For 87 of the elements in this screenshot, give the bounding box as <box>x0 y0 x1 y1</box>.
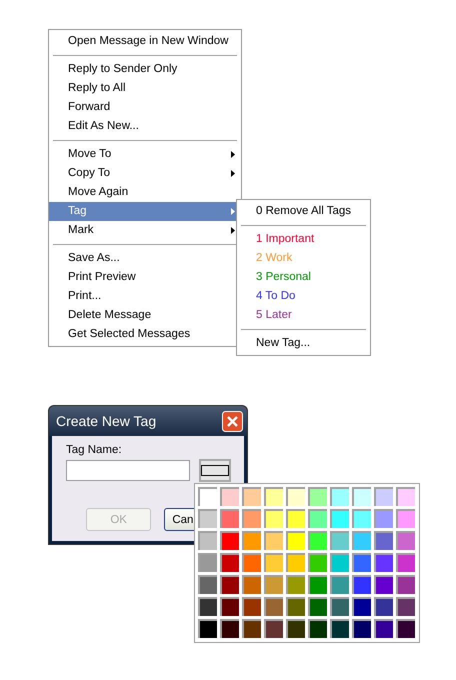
color-swatch[interactable] <box>220 575 239 594</box>
color-swatch[interactable] <box>242 575 261 594</box>
color-swatch[interactable] <box>198 487 217 506</box>
color-swatch[interactable] <box>308 509 327 528</box>
color-swatch[interactable] <box>396 553 415 572</box>
color-swatch[interactable] <box>352 553 371 572</box>
color-swatch[interactable] <box>330 509 349 528</box>
color-swatch[interactable] <box>220 509 239 528</box>
color-swatch[interactable] <box>264 509 283 528</box>
color-swatch[interactable] <box>352 619 371 638</box>
color-swatch[interactable] <box>264 553 283 572</box>
color-swatch[interactable] <box>374 597 393 616</box>
color-swatch[interactable] <box>396 619 415 638</box>
tag-menu-item[interactable]: 3 Personal <box>237 268 370 287</box>
menu-item[interactable]: Reply to All <box>49 79 241 98</box>
menu-item[interactable]: Move Again <box>49 183 241 202</box>
color-swatch[interactable] <box>308 575 327 594</box>
color-swatch[interactable] <box>374 619 393 638</box>
color-swatch[interactable] <box>242 597 261 616</box>
tag-menu-item[interactable]: 5 Later <box>237 306 370 325</box>
color-swatch[interactable] <box>198 553 217 572</box>
color-swatch[interactable] <box>374 487 393 506</box>
color-swatch[interactable] <box>286 509 305 528</box>
color-swatch[interactable] <box>242 509 261 528</box>
color-swatch[interactable] <box>374 553 393 572</box>
color-swatch[interactable] <box>242 531 261 550</box>
window-title: Create New Tag <box>56 413 156 429</box>
color-swatch[interactable] <box>352 487 371 506</box>
color-swatch[interactable] <box>352 597 371 616</box>
menu-item[interactable]: Edit As New... <box>49 117 241 136</box>
color-swatch[interactable] <box>286 553 305 572</box>
color-swatch[interactable] <box>374 509 393 528</box>
menu-item[interactable]: Copy To <box>49 164 241 183</box>
color-swatch[interactable] <box>242 619 261 638</box>
color-swatch[interactable] <box>264 487 283 506</box>
color-swatch[interactable] <box>330 487 349 506</box>
color-swatch[interactable] <box>352 575 371 594</box>
color-swatch[interactable] <box>264 575 283 594</box>
color-swatch[interactable] <box>396 531 415 550</box>
color-swatch[interactable] <box>220 619 239 638</box>
close-icon[interactable] <box>222 410 243 432</box>
color-swatch[interactable] <box>286 531 305 550</box>
color-swatch[interactable] <box>352 509 371 528</box>
color-swatch[interactable] <box>264 619 283 638</box>
color-swatch[interactable] <box>396 487 415 506</box>
color-swatch[interactable] <box>220 487 239 506</box>
color-swatch[interactable] <box>330 575 349 594</box>
menu-item[interactable]: Open Message in New Window <box>49 32 241 51</box>
color-swatch[interactable] <box>242 553 261 572</box>
tag-menu-item[interactable]: 4 To Do <box>237 287 370 306</box>
color-swatch[interactable] <box>374 531 393 550</box>
color-swatch[interactable] <box>198 619 217 638</box>
color-swatch[interactable] <box>220 531 239 550</box>
color-swatch[interactable] <box>330 553 349 572</box>
field-label: Tag Name: <box>66 444 123 456</box>
color-swatch[interactable] <box>352 531 371 550</box>
color-swatch[interactable] <box>374 575 393 594</box>
menu-item[interactable]: Forward <box>49 98 241 117</box>
tag-name-field[interactable] <box>66 460 190 481</box>
color-swatch[interactable] <box>220 597 239 616</box>
color-swatch[interactable] <box>198 509 217 528</box>
color-swatch[interactable] <box>396 575 415 594</box>
color-swatch[interactable] <box>308 597 327 616</box>
color-swatch[interactable] <box>286 597 305 616</box>
color-swatch[interactable] <box>242 487 261 506</box>
color-swatch[interactable] <box>286 487 305 506</box>
color-swatch[interactable] <box>396 597 415 616</box>
color-swatch[interactable] <box>308 553 327 572</box>
color-swatch[interactable] <box>308 619 327 638</box>
color-swatch[interactable] <box>308 531 327 550</box>
color-swatch[interactable] <box>396 509 415 528</box>
color-swatch[interactable] <box>286 575 305 594</box>
menu-item[interactable]: Reply to Sender Only <box>49 60 241 79</box>
color-swatch[interactable] <box>264 597 283 616</box>
color-swatch[interactable] <box>330 619 349 638</box>
color-picker-button[interactable] <box>199 459 231 482</box>
color-swatch[interactable] <box>264 531 283 550</box>
color-swatch[interactable] <box>330 531 349 550</box>
color-swatch[interactable] <box>198 575 217 594</box>
color-swatch[interactable] <box>220 553 239 572</box>
color-swatch[interactable] <box>198 531 217 550</box>
menu-item[interactable]: Move To <box>49 145 241 164</box>
color-swatch[interactable] <box>198 597 217 616</box>
color-swatch[interactable] <box>308 487 327 506</box>
color-swatch[interactable] <box>330 597 349 616</box>
color-swatch[interactable] <box>286 619 305 638</box>
menu-item[interactable]: New Tag... <box>237 334 370 353</box>
